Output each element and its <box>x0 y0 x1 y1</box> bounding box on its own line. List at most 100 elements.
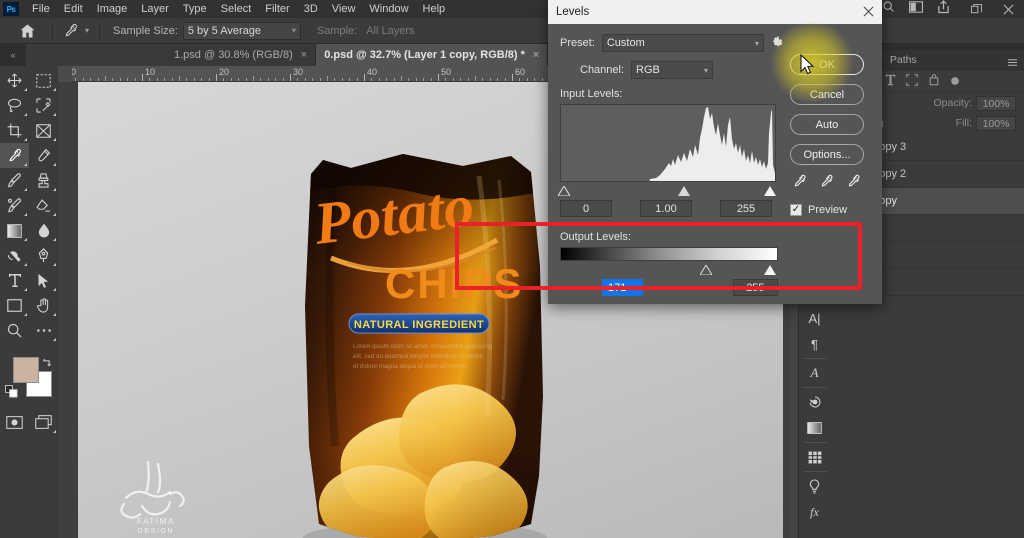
pen-tool[interactable] <box>29 243 58 268</box>
output-shadow-handle[interactable] <box>699 262 713 280</box>
set-gray-point-icon[interactable] <box>819 174 834 194</box>
share-icon[interactable] <box>937 0 950 19</box>
quick-selection-tool[interactable] <box>29 93 58 118</box>
menu-select[interactable]: Select <box>214 0 259 18</box>
restore-window-button[interactable] <box>960 0 992 18</box>
filter-toggle-icon[interactable] <box>950 73 960 91</box>
rectangle-shape-tool[interactable] <box>0 293 29 318</box>
home-icon[interactable] <box>14 18 40 44</box>
document-tab-0[interactable]: 0.psd @ 32.7% (Layer 1 copy, RGB/8) * × <box>316 44 549 66</box>
quick-mask-icon[interactable] <box>0 409 29 435</box>
output-highlight-value[interactable]: 255 <box>732 279 778 296</box>
set-black-point-icon[interactable] <box>792 174 807 194</box>
blur-tool[interactable] <box>29 218 58 243</box>
gradient-tool[interactable] <box>0 218 29 243</box>
input-highlight-value[interactable]: 255 <box>720 200 772 217</box>
options-button[interactable]: Options... <box>790 144 864 165</box>
clone-stamp-tool[interactable] <box>29 168 58 193</box>
rectangular-marquee-tool[interactable] <box>29 68 58 93</box>
workspace-icon[interactable] <box>909 0 924 18</box>
input-highlight-handle[interactable] <box>764 183 776 201</box>
tool-preset-caret-icon[interactable]: ▾ <box>85 26 89 35</box>
menu-filter[interactable]: Filter <box>258 0 296 18</box>
close-icon[interactable]: × <box>301 49 307 61</box>
menu-type[interactable]: Type <box>176 0 214 18</box>
ruler-minor-tick <box>393 78 395 81</box>
filter-type-icon[interactable] <box>885 73 896 91</box>
more-tools-icon[interactable] <box>29 318 58 343</box>
eyedropper-icon[interactable] <box>58 18 84 44</box>
screen-mode-icon[interactable] <box>29 409 58 435</box>
menu-layer[interactable]: Layer <box>134 0 176 18</box>
type-tool[interactable] <box>0 268 29 293</box>
gradients-panel-icon[interactable] <box>799 415 831 441</box>
dodge-tool[interactable] <box>0 243 29 268</box>
ruler-minor-tick <box>356 78 358 81</box>
fill-value[interactable]: 100% <box>976 115 1016 131</box>
ruler-minor-tick <box>171 78 173 81</box>
paragraph-panel-icon[interactable]: ¶ <box>799 331 831 357</box>
document-tab-1[interactable]: 1.psd @ 30.8% (RGB/8) × <box>166 44 317 66</box>
output-levels-slider[interactable] <box>560 262 778 276</box>
zoom-tool[interactable] <box>0 318 29 343</box>
sample-size-select[interactable]: 5 by 5 Average ▾ <box>182 21 301 40</box>
filter-shape-icon[interactable] <box>906 73 918 91</box>
menu-edit[interactable]: Edit <box>57 0 90 18</box>
menu-image[interactable]: Image <box>90 0 135 18</box>
lasso-tool[interactable] <box>0 93 29 118</box>
adjustments-panel-icon[interactable] <box>799 473 831 499</box>
search-icon[interactable] <box>882 0 895 18</box>
preset-select[interactable]: Custom ▾ <box>601 34 764 52</box>
patterns-panel-icon[interactable] <box>799 444 831 470</box>
input-gamma-value[interactable]: 1.00 <box>640 200 692 217</box>
menu-3d[interactable]: 3D <box>297 0 325 18</box>
foreground-color-swatch[interactable] <box>13 357 39 383</box>
set-white-point-icon[interactable] <box>846 174 861 194</box>
input-shadow-handle[interactable] <box>557 183 571 201</box>
eyedropper-tool[interactable] <box>0 143 29 168</box>
channel-select[interactable]: RGB ▾ <box>631 61 714 79</box>
default-colors-icon[interactable] <box>5 385 18 403</box>
dialog-title-bar[interactable]: Levels <box>548 0 882 24</box>
styles-panel-icon[interactable]: fx <box>799 499 831 525</box>
input-shadow-value[interactable]: 0 <box>560 200 612 217</box>
cancel-button[interactable]: Cancel <box>790 84 864 105</box>
sample-select[interactable]: All Layers <box>362 22 572 40</box>
glyphs-panel-icon[interactable]: A <box>799 360 831 386</box>
frame-tool[interactable] <box>29 118 58 143</box>
filter-smart-icon[interactable] <box>928 73 940 91</box>
output-highlight-handle[interactable] <box>764 262 776 280</box>
menu-window[interactable]: Window <box>362 0 415 18</box>
input-levels-slider[interactable] <box>557 183 778 197</box>
collapse-arrows-icon[interactable]: « <box>0 44 26 66</box>
history-brush-tool[interactable] <box>0 193 29 218</box>
hand-tool[interactable] <box>29 293 58 318</box>
gear-icon[interactable] <box>772 35 784 51</box>
auto-button[interactable]: Auto <box>790 114 864 135</box>
brush-tool[interactable] <box>0 168 29 193</box>
crop-tool[interactable] <box>0 118 29 143</box>
preset-value: Custom <box>606 37 645 49</box>
history-panel-icon[interactable] <box>799 389 831 415</box>
opacity-value[interactable]: 100% <box>976 95 1016 111</box>
close-icon[interactable]: × <box>533 49 539 61</box>
preview-checkbox[interactable]: ✓ <box>790 204 802 216</box>
move-tool[interactable] <box>0 68 29 93</box>
path-selection-tool[interactable] <box>29 268 58 293</box>
menu-view[interactable]: View <box>325 0 363 18</box>
swap-colors-icon[interactable] <box>42 355 53 373</box>
menu-file[interactable]: File <box>25 0 57 18</box>
menu-help[interactable]: Help <box>416 0 453 18</box>
character-panel-icon[interactable]: A| <box>799 305 831 331</box>
spot-healing-brush-tool[interactable] <box>29 143 58 168</box>
eraser-tool[interactable] <box>29 193 58 218</box>
output-shadow-value[interactable]: 171 <box>602 279 643 296</box>
tab-paths[interactable]: Paths <box>879 50 927 71</box>
preset-label: Preset: <box>560 37 595 49</box>
preview-checkbox-row[interactable]: ✓ Preview <box>790 204 870 216</box>
ruler-minor-tick <box>430 78 432 81</box>
close-icon[interactable] <box>863 6 874 19</box>
panel-menu-icon[interactable] <box>1007 55 1018 66</box>
input-gamma-handle[interactable] <box>678 183 690 201</box>
close-window-button[interactable] <box>992 0 1024 18</box>
